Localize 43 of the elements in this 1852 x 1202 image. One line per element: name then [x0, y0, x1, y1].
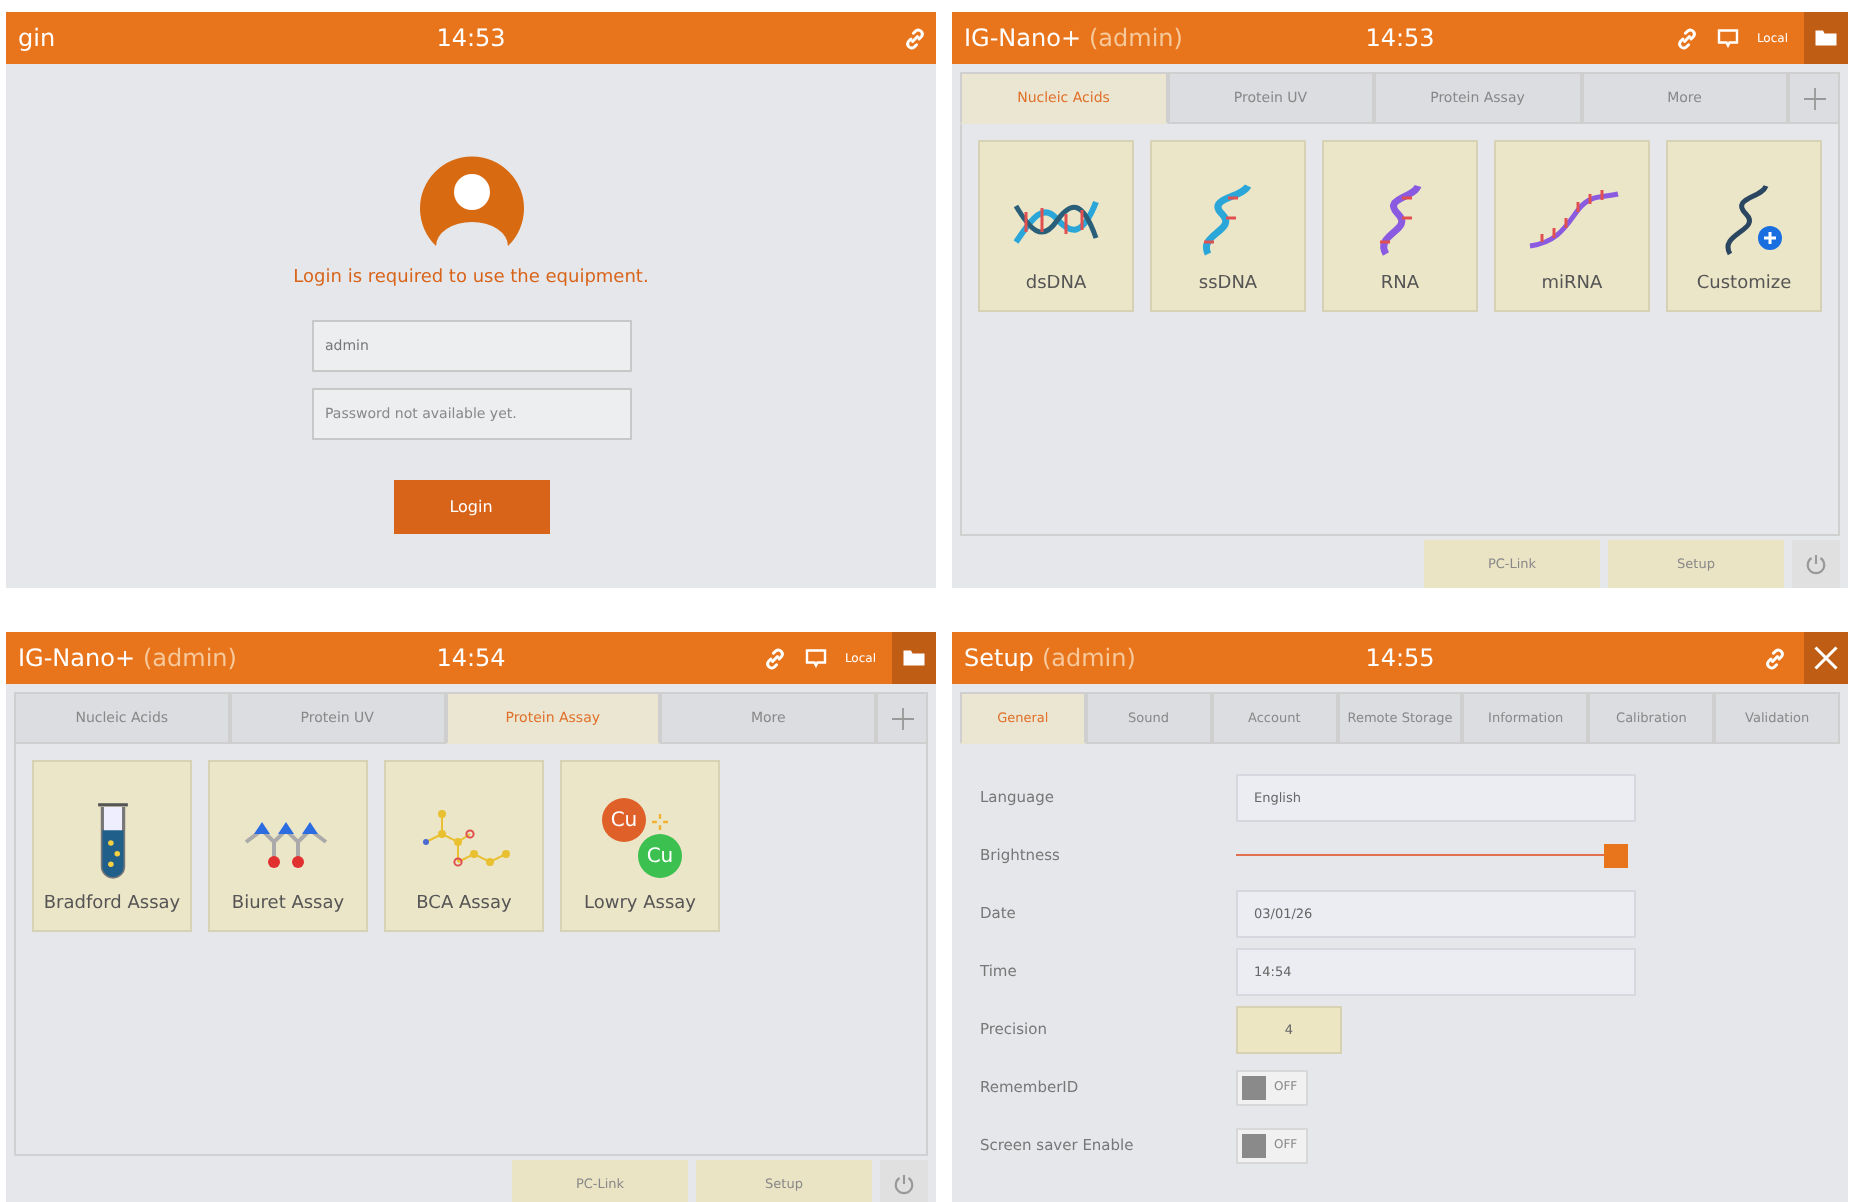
screen-title: IG-Nano+: [964, 24, 1081, 52]
link-icon[interactable]: [1674, 25, 1701, 51]
plus-icon: [1803, 87, 1825, 109]
screen-title: gin: [18, 24, 56, 52]
user-label: (admin): [143, 644, 237, 672]
folder-button[interactable]: [1804, 12, 1848, 64]
screen-title: Setup: [964, 644, 1034, 672]
login-button[interactable]: Login: [393, 480, 549, 534]
clock-time: 14:55: [1365, 644, 1435, 672]
copper-ions-drawing: Cu Cu: [590, 798, 690, 882]
clock-time: 14:53: [436, 24, 506, 52]
close-button[interactable]: [1804, 632, 1848, 684]
assay-tile[interactable]: ssDNA: [1150, 140, 1306, 312]
link-icon[interactable]: [1762, 645, 1788, 671]
assay-tile[interactable]: RNA: [1322, 140, 1478, 312]
screen-title: IG-Nano+: [18, 644, 135, 672]
power-icon: [892, 1172, 916, 1196]
login-message: Login is required to use the equipment.: [293, 268, 649, 288]
clock-time: 14:53: [1365, 24, 1435, 52]
clock-time: 14:54: [436, 644, 506, 672]
assay-tile[interactable]: Bradford Assay: [32, 760, 192, 932]
assay-tile[interactable]: BCA Assay: [384, 760, 544, 932]
assay-tile[interactable]: Cu Cu Lowry Assay: [560, 760, 720, 932]
link-icon[interactable]: [902, 25, 928, 51]
plus-icon: [891, 707, 913, 729]
folder-button[interactable]: [892, 632, 936, 684]
user-label: (admin): [1089, 24, 1183, 52]
folder-icon: [1814, 26, 1838, 50]
assay-tile[interactable]: miRNA: [1494, 140, 1650, 312]
user-label: (admin): [1041, 644, 1136, 672]
close-icon: [1812, 644, 1840, 672]
power-button[interactable]: [880, 1160, 928, 1202]
power-button[interactable]: [1792, 540, 1840, 588]
folder-icon: [902, 646, 926, 670]
assay-tile[interactable]: Biuret Assay: [208, 760, 368, 932]
brightness-slider[interactable]: [1236, 843, 1628, 867]
add-tab-button[interactable]: [1788, 72, 1840, 124]
add-tab-button[interactable]: [876, 692, 928, 744]
test-tube-icon: [95, 802, 129, 882]
power-icon: [1804, 552, 1828, 576]
assay-tile[interactable]: Customize: [1666, 140, 1822, 312]
assay-tile[interactable]: dsDNA: [978, 140, 1134, 312]
link-icon[interactable]: [762, 645, 789, 671]
